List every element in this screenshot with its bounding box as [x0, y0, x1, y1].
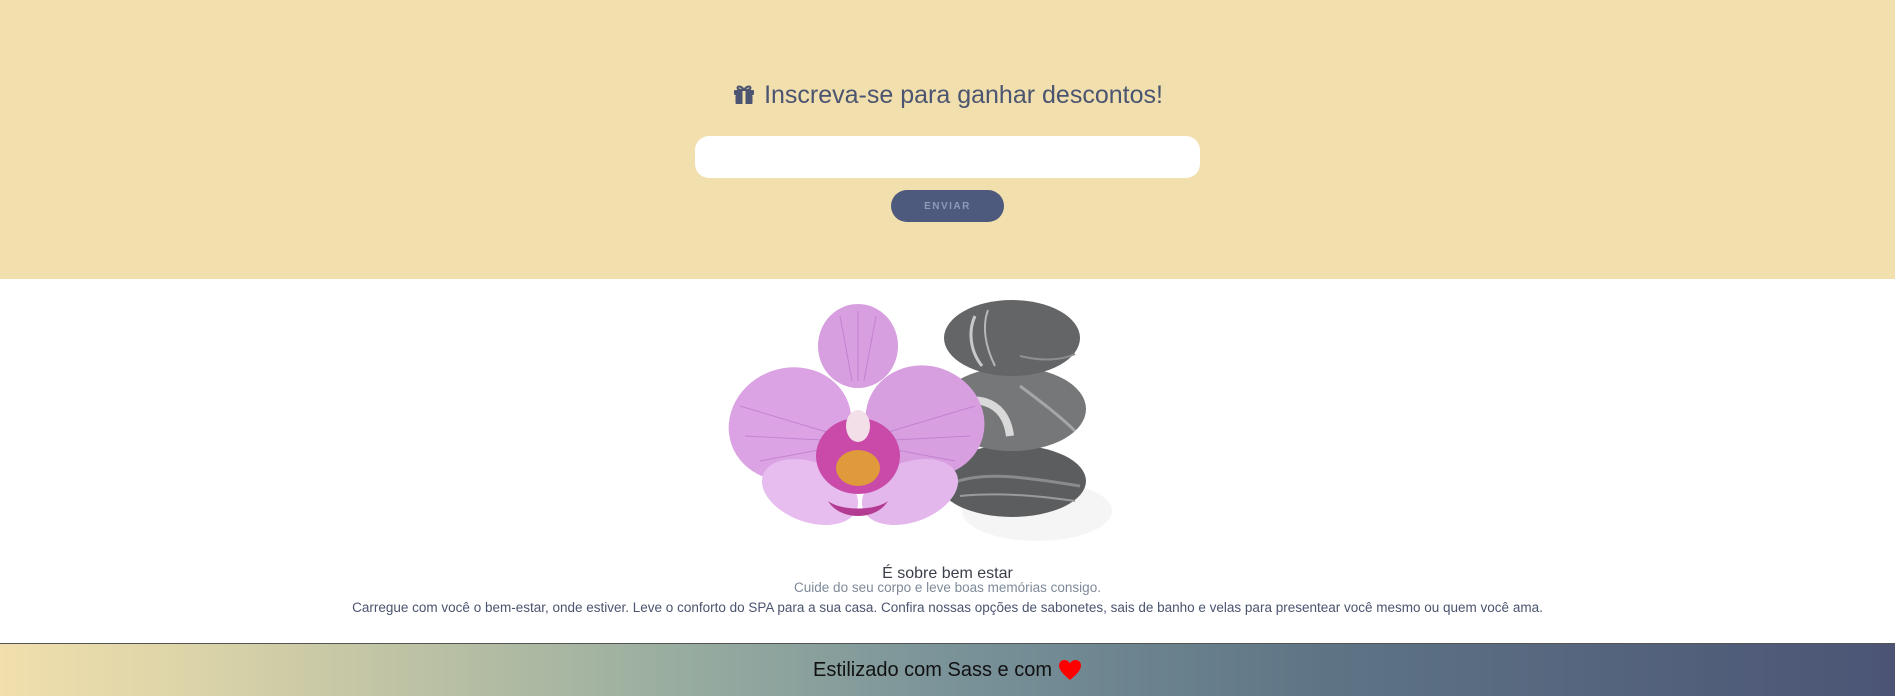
- about-subtitle: Cuide do seu corpo e leve boas memórias …: [794, 580, 1101, 595]
- orchid-and-stones-image: [728, 300, 1112, 541]
- footer-text: Estilizado com Sass e com: [813, 658, 1052, 681]
- about-description: Carregue com você o bem-estar, onde esti…: [352, 600, 1543, 615]
- newsletter-title: Inscreva-se para ganhar descontos!: [764, 81, 1163, 109]
- heart-icon: [1058, 660, 1081, 680]
- footer: Estilizado com Sass e com: [0, 643, 1895, 696]
- email-input[interactable]: [695, 136, 1200, 178]
- send-button[interactable]: ENVIAR: [891, 190, 1004, 222]
- newsletter-heading: Inscreva-se para ganhar descontos!: [0, 78, 1895, 112]
- newsletter-section: Inscreva-se para ganhar descontos! ENVIA…: [0, 0, 1895, 279]
- gift-icon: [734, 85, 755, 104]
